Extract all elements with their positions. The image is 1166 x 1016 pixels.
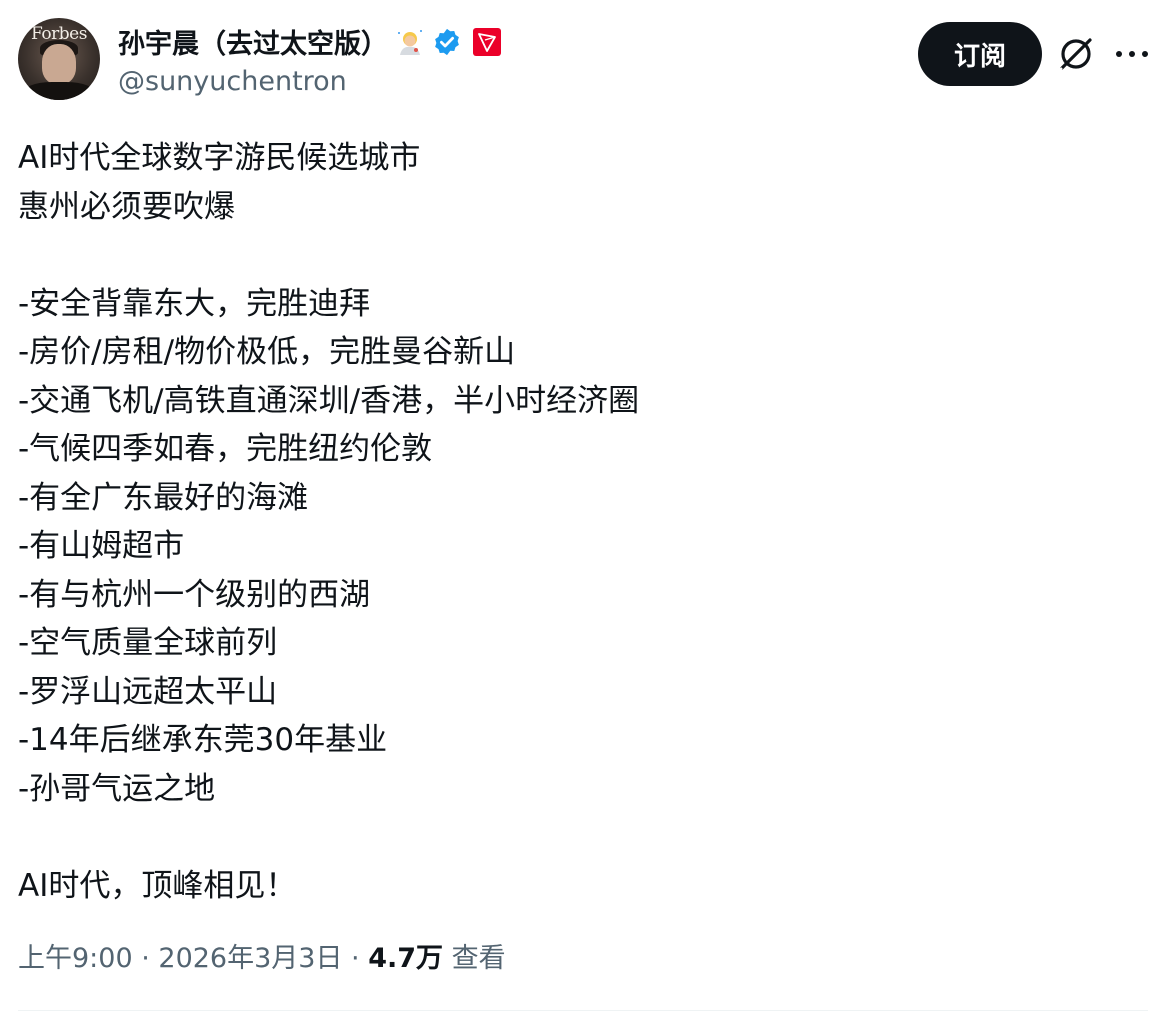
tweet-line: -14年后继承东莞30年基业 xyxy=(18,722,388,758)
views-label: 查看 xyxy=(451,943,506,974)
tweet-line: -罗浮山远超太平山 xyxy=(18,673,278,710)
tweet-time[interactable]: 上午9:00 xyxy=(18,943,133,974)
avatar-suit xyxy=(22,82,96,100)
tweet-text: AI时代全球数字游民候选城市 惠州必须要吹爆 -安全背靠东大，完胜迪拜 -房价/… xyxy=(18,134,1138,910)
divider xyxy=(18,1010,1148,1011)
tweet-line: -有全广东最好的海滩 xyxy=(18,479,309,516)
avatar[interactable]: Forbes xyxy=(18,18,100,100)
views-count: 4.7万 xyxy=(368,943,444,974)
subscribe-button[interactable]: 订阅 xyxy=(918,22,1042,86)
author-display-name[interactable]: 孙宇晨（去过太空版） xyxy=(118,22,388,61)
tweet-line: 惠州必须要吹爆 xyxy=(18,188,235,225)
tweet-meta: 上午9:00 · 2026年3月3日 · 4.7万 查看 xyxy=(18,936,506,975)
tron-logo-icon[interactable] xyxy=(472,27,502,57)
tweet-line: AI时代全球数字游民候选城市 xyxy=(18,140,421,176)
avatar-logo-text: Forbes xyxy=(31,24,87,44)
tweet-line: -有山姆超市 xyxy=(18,528,185,564)
more-icon[interactable] xyxy=(1112,44,1152,64)
tweet-line: -有与杭州一个级别的西湖 xyxy=(18,576,371,613)
tweet-line xyxy=(18,231,1138,280)
tweet-line: -孙哥气运之地 xyxy=(18,770,216,807)
tweet-line: AI时代，顶峰相见！ xyxy=(18,867,297,904)
tweet-line: -安全背靠东大，完胜迪拜 xyxy=(18,285,371,322)
verified-badge-icon[interactable] xyxy=(432,27,462,57)
tweet-line xyxy=(18,813,1138,862)
astronaut-emoji-icon xyxy=(396,28,424,56)
tweet-line: -房价/房租/物价极低，完胜曼谷新山 xyxy=(18,334,516,370)
tweet-line: -交通飞机/高铁直通深圳/香港，半小时经济圈 xyxy=(18,382,640,419)
avatar-face xyxy=(42,44,76,84)
meta-separator: · xyxy=(342,943,369,974)
author-name-row: 孙宇晨（去过太空版） xyxy=(118,22,502,61)
tweet-line: -气候四季如春，完胜纽约伦敦 xyxy=(18,431,433,467)
tweet-date[interactable]: 2026年3月3日 xyxy=(158,943,342,974)
tweet-line: -空气质量全球前列 xyxy=(18,625,278,661)
author-handle[interactable]: @sunyuchentron xyxy=(118,66,347,97)
grok-icon[interactable] xyxy=(1056,34,1096,74)
meta-separator: · xyxy=(132,943,159,974)
